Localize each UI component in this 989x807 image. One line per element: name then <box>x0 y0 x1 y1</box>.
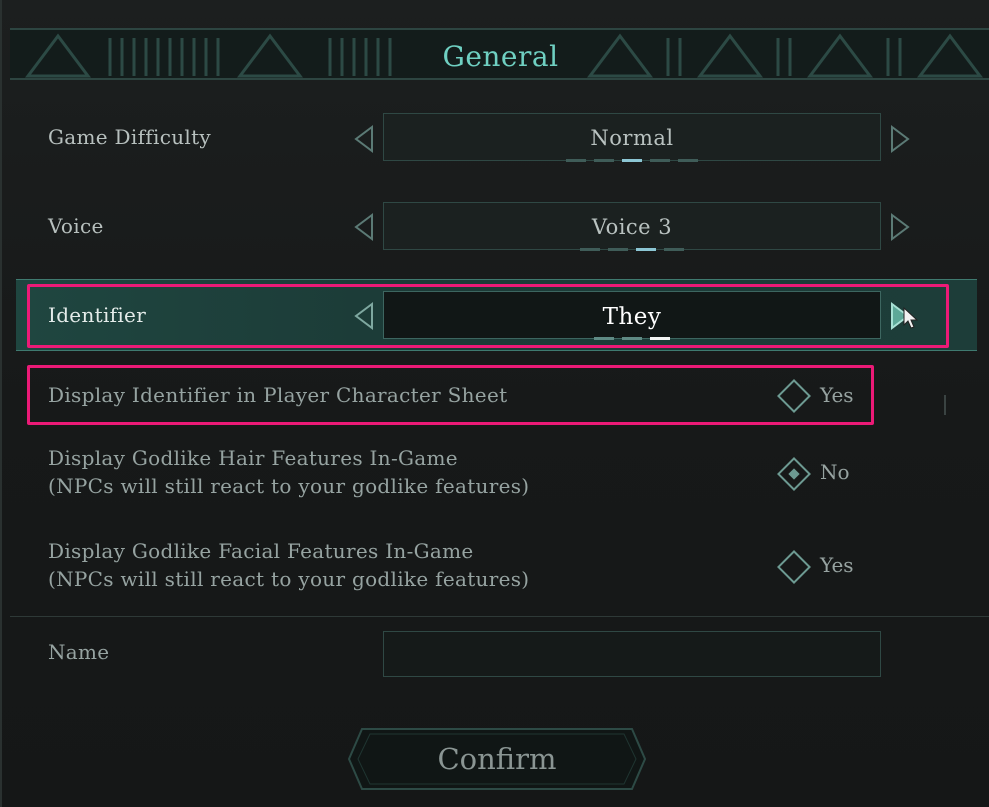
option-line1: Display Identifier in Player Character S… <box>48 383 508 407</box>
diamond-toggle-icon[interactable] <box>777 457 811 491</box>
option-facial-features-label: Display Godlike Facial Features In-Game … <box>48 537 529 593</box>
panel-title: General <box>442 40 559 73</box>
difficulty-label: Game Difficulty <box>48 125 212 149</box>
name-label: Name <box>48 640 110 664</box>
confirm-button[interactable]: Confirm <box>348 728 646 790</box>
pip <box>566 159 586 162</box>
option-facial-features-value: Yes <box>820 553 854 577</box>
arrow-left-icon[interactable] <box>352 213 376 241</box>
option-hair-features-label: Display Godlike Hair Features In-Game (N… <box>48 444 529 500</box>
option-line2: (NPCs will still react to your godlike f… <box>48 474 530 498</box>
pip <box>650 159 670 162</box>
arrow-right-icon[interactable] <box>888 125 912 153</box>
pip-active <box>636 248 656 251</box>
scrollbar-hint[interactable] <box>944 395 946 415</box>
arrow-left-icon[interactable] <box>352 125 376 153</box>
option-hair-features-value: No <box>820 460 850 484</box>
confirm-label: Confirm <box>437 742 557 776</box>
pip <box>678 159 698 162</box>
difficulty-value: Normal <box>590 126 674 150</box>
pip <box>580 248 600 251</box>
pip <box>608 248 628 251</box>
difficulty-pips <box>384 159 880 162</box>
option-line1: Display Godlike Facial Features In-Game <box>48 539 474 563</box>
settings-panel: General Game Difficulty Normal Voice Voi… <box>0 0 989 807</box>
option-display-identifier-label: Display Identifier in Player Character S… <box>48 381 507 409</box>
option-line1: Display Godlike Hair Features In-Game <box>48 446 458 470</box>
pip-active <box>622 159 642 162</box>
option-display-identifier-value: Yes <box>820 383 854 407</box>
pip <box>594 159 614 162</box>
identifier-highlight-box <box>27 284 949 348</box>
name-input[interactable] <box>383 631 881 677</box>
difficulty-selector[interactable]: Normal <box>383 113 881 162</box>
diamond-toggle-icon[interactable] <box>777 550 811 584</box>
voice-selector[interactable]: Voice 3 <box>383 202 881 251</box>
arrow-right-icon[interactable] <box>888 213 912 241</box>
pip <box>664 248 684 251</box>
option-line2: (NPCs will still react to your godlike f… <box>48 567 530 591</box>
header-banner: General <box>10 28 989 80</box>
voice-pips <box>384 248 880 251</box>
voice-value: Voice 3 <box>591 215 673 239</box>
divider <box>10 616 989 617</box>
toggle-checked-dot <box>788 468 800 480</box>
voice-label: Voice <box>48 214 104 238</box>
